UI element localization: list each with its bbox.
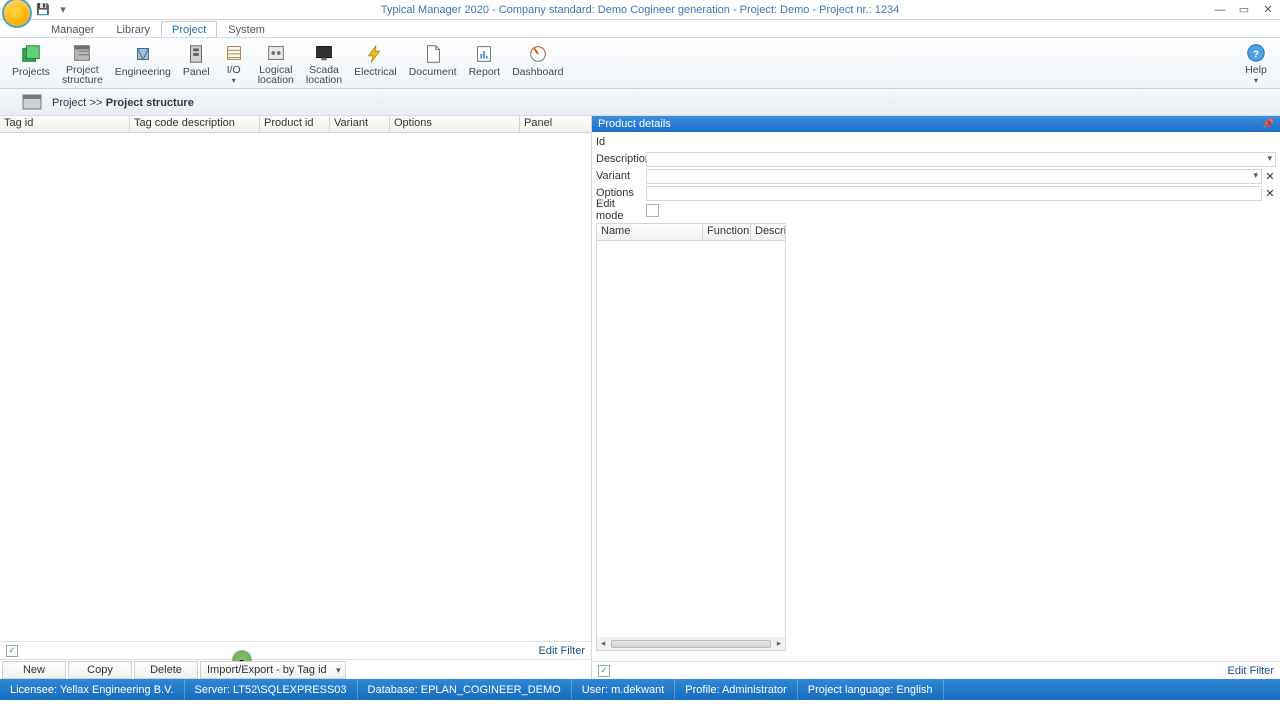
io-icon (222, 42, 246, 64)
col-options[interactable]: Options (390, 116, 520, 132)
new-button[interactable]: New (2, 661, 66, 679)
clear-options-icon[interactable]: ✕ (1262, 187, 1276, 200)
col-tag-id[interactable]: Tag id (0, 116, 130, 132)
product-details-title: Product details (598, 118, 671, 130)
checkbox-edit-mode[interactable] (646, 204, 659, 217)
ribbon-panel[interactable]: Panel (177, 40, 216, 86)
left-grid-body[interactable] (0, 133, 591, 641)
project-structure-icon (70, 42, 94, 64)
ribbon-io[interactable]: I/O ▾ (216, 40, 252, 86)
status-user: User: m.dekwant (572, 679, 676, 700)
statusbar: Licensee: Yellax Engineering B.V. Server… (0, 679, 1280, 700)
import-export-dropdown[interactable]: Import/Export - by Tag id (200, 661, 346, 679)
titlebar: 💾 ▾ Typical Manager 2020 - Company stand… (0, 0, 1280, 20)
ribbon-scada-location[interactable]: Scada location (300, 40, 348, 86)
ribbon-project-structure[interactable]: Project structure (56, 40, 109, 86)
left-button-row: ↖ New Copy Delete Import/Export - by Tag… (0, 659, 591, 679)
clear-variant-icon[interactable]: ✕ (1262, 170, 1276, 183)
product-details-form: Id Description Variant ✕ Options ✕ Edit … (592, 132, 1280, 221)
pin-icon[interactable]: 📌 (1262, 119, 1274, 130)
copy-button[interactable]: Copy (68, 661, 132, 679)
status-server: Server: LT52\SQLEXPRESS03 (185, 679, 358, 700)
minimize-button[interactable]: — (1208, 0, 1232, 20)
ribbon-help[interactable]: ? Help ▾ (1238, 40, 1274, 86)
right-filter-checkbox[interactable]: ✓ (598, 665, 610, 677)
scada-location-icon (312, 42, 336, 64)
electrical-icon (363, 42, 387, 66)
close-button[interactable]: ✕ (1256, 0, 1280, 20)
left-pane: Tag id Tag code description Product id V… (0, 116, 592, 679)
scroll-right-icon[interactable]: ▸ (773, 638, 785, 649)
ribbon: Projects Project structure Engineering P… (0, 37, 1280, 89)
ribbon-report[interactable]: Report (463, 40, 507, 86)
window-title: Typical Manager 2020 - Company standard:… (381, 4, 900, 16)
left-filter-checkbox[interactable]: ✓ (6, 645, 18, 657)
breadcrumb: Project >> Project structure (0, 89, 1280, 116)
status-profile: Profile: Administrator (675, 679, 797, 700)
ribbon-engineering[interactable]: Engineering (109, 40, 177, 86)
product-details-header: Product details 📌 (592, 116, 1280, 132)
label-id: Id (596, 136, 636, 148)
ribbon-document[interactable]: Document (403, 40, 463, 86)
dashboard-icon (526, 42, 550, 66)
help-icon: ? (1244, 42, 1268, 64)
projects-icon (19, 42, 43, 66)
maximize-button[interactable]: ▭ (1232, 0, 1256, 20)
quick-access-toolbar: 💾 ▾ (36, 3, 70, 17)
scroll-left-icon[interactable]: ◂ (597, 638, 609, 649)
field-description[interactable] (646, 152, 1276, 167)
breadcrumb-text: Project >> Project structure (52, 95, 194, 109)
col-name[interactable]: Name (597, 224, 703, 240)
tab-manager[interactable]: Manager (40, 21, 105, 37)
right-filter-row: ✓ Edit Filter (592, 661, 1280, 679)
label-edit-mode: Edit mode (596, 198, 644, 222)
ribbon-electrical[interactable]: Electrical (348, 40, 403, 86)
col-function[interactable]: Function (703, 224, 751, 240)
status-database: Database: EPLAN_COGINEER_DEMO (358, 679, 572, 700)
panel-icon (184, 42, 208, 66)
sub-grid-header: Name Function Descripti (597, 224, 785, 241)
sub-grid: Name Function Descripti ◂ ▸ (596, 223, 786, 651)
col-tag-code-description[interactable]: Tag code description (130, 116, 260, 132)
tab-project[interactable]: Project (161, 21, 217, 37)
qat-save-icon[interactable]: 💾 (36, 3, 50, 17)
tab-library[interactable]: Library (105, 21, 161, 37)
report-icon (472, 42, 496, 66)
ribbon-projects[interactable]: Projects (6, 40, 56, 86)
left-edit-filter-link[interactable]: Edit Filter (539, 645, 585, 657)
scroll-thumb[interactable] (611, 640, 771, 648)
document-icon (421, 42, 445, 66)
label-description: Description (596, 153, 644, 165)
left-grid-header: Tag id Tag code description Product id V… (0, 116, 591, 133)
ribbon-dashboard[interactable]: Dashboard (506, 40, 569, 86)
engineering-icon (131, 42, 155, 66)
left-filter-row: ✓ Edit Filter (0, 641, 591, 659)
right-edit-filter-link[interactable]: Edit Filter (1228, 665, 1274, 677)
label-variant: Variant (596, 170, 644, 182)
breadcrumb-icon (20, 90, 44, 114)
sub-grid-body[interactable] (597, 241, 785, 637)
sub-grid-scrollbar[interactable]: ◂ ▸ (597, 637, 785, 650)
right-pane: Product details 📌 Id Description Variant… (592, 116, 1280, 679)
status-licensee: Licensee: Yellax Engineering B.V. (0, 679, 185, 700)
col-descripti[interactable]: Descripti (751, 224, 785, 240)
qat-dropdown-icon[interactable]: ▾ (56, 3, 70, 17)
col-panel[interactable]: Panel (520, 116, 590, 132)
svg-text:?: ? (1253, 50, 1259, 61)
field-variant[interactable] (646, 169, 1262, 184)
delete-button[interactable]: Delete (134, 661, 198, 679)
menu-tabs: Manager Library Project System (0, 20, 1280, 37)
sub-grid-area: Name Function Descripti ◂ ▸ (596, 223, 1276, 661)
status-language: Project language: English (798, 679, 944, 700)
main-area: Tag id Tag code description Product id V… (0, 116, 1280, 679)
col-variant[interactable]: Variant (330, 116, 390, 132)
logical-location-icon (264, 42, 288, 64)
field-options[interactable] (646, 186, 1262, 201)
tab-system[interactable]: System (217, 21, 276, 37)
col-product-id[interactable]: Product id (260, 116, 330, 132)
ribbon-logical-location[interactable]: Logical location (252, 40, 300, 86)
window-controls: — ▭ ✕ (1208, 0, 1280, 20)
